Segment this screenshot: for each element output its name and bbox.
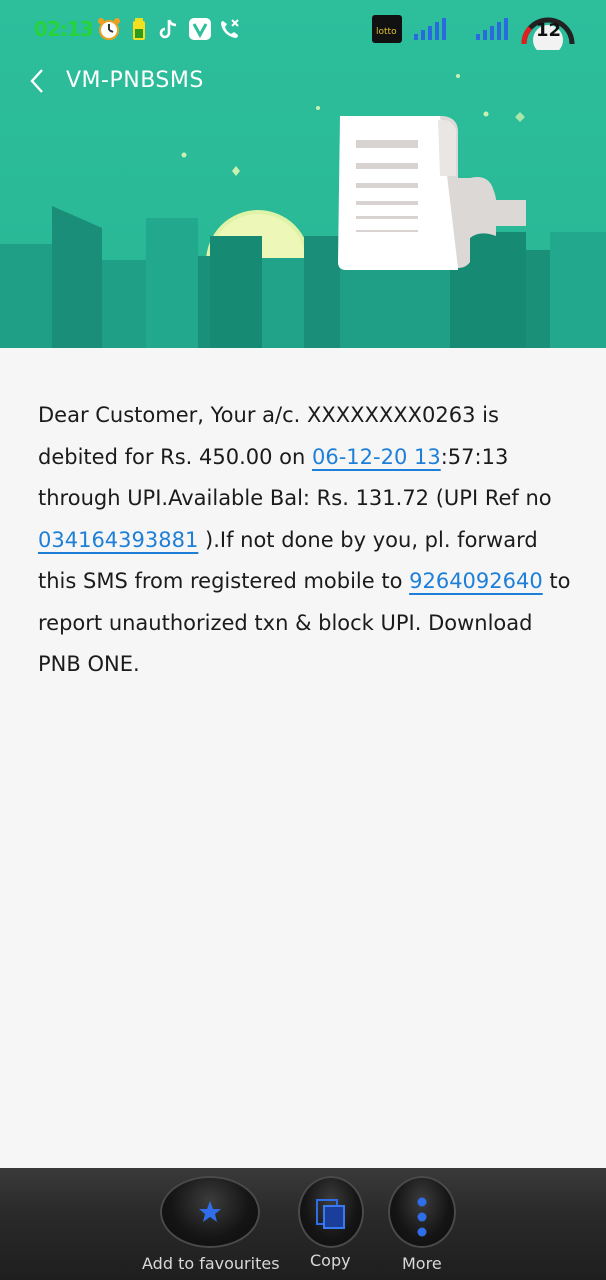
battery-saver-icon bbox=[132, 14, 146, 44]
status-bar: 02:13 lotto 12 bbox=[0, 0, 606, 60]
vidmate-icon bbox=[188, 14, 212, 44]
battery-level: 12 bbox=[536, 20, 562, 41]
conversation-title: VM-PNBSMS bbox=[66, 68, 204, 93]
copy-icon bbox=[316, 1199, 345, 1229]
tiktok-icon bbox=[158, 14, 180, 44]
chevron-left-icon bbox=[30, 69, 43, 93]
more-label: More bbox=[402, 1254, 442, 1273]
clock-time: 02:13 bbox=[34, 17, 94, 41]
date-link[interactable]: 06-12-20 13 bbox=[312, 445, 441, 469]
app-badge-icon: lotto bbox=[372, 14, 402, 44]
signal-bars-icon bbox=[466, 14, 512, 44]
sms-message-body[interactable]: Dear Customer, Your a/c. XXXXXXXX0263 is… bbox=[38, 395, 578, 686]
add-to-favourites-button[interactable] bbox=[160, 1176, 260, 1248]
star-icon bbox=[199, 1201, 221, 1222]
header-banner: 02:13 lotto 12 VM-PNBSMS bbox=[0, 0, 606, 348]
title-bar: VM-PNBSMS bbox=[0, 62, 606, 102]
back-button[interactable] bbox=[28, 64, 48, 98]
more-vertical-icon bbox=[417, 1197, 427, 1237]
copy-button[interactable] bbox=[298, 1176, 364, 1248]
alarm-clock-icon bbox=[96, 14, 122, 44]
copy-label: Copy bbox=[310, 1251, 351, 1270]
more-button[interactable] bbox=[388, 1176, 456, 1248]
missed-call-icon bbox=[218, 14, 242, 44]
reference-number-link[interactable]: 034164393881 bbox=[38, 528, 198, 552]
svg-text:lotto: lotto bbox=[376, 27, 397, 37]
phone-number-link[interactable]: 9264092640 bbox=[409, 569, 543, 593]
add-to-favourites-label: Add to favourites bbox=[142, 1254, 280, 1273]
signal-bars-icon bbox=[408, 14, 448, 44]
